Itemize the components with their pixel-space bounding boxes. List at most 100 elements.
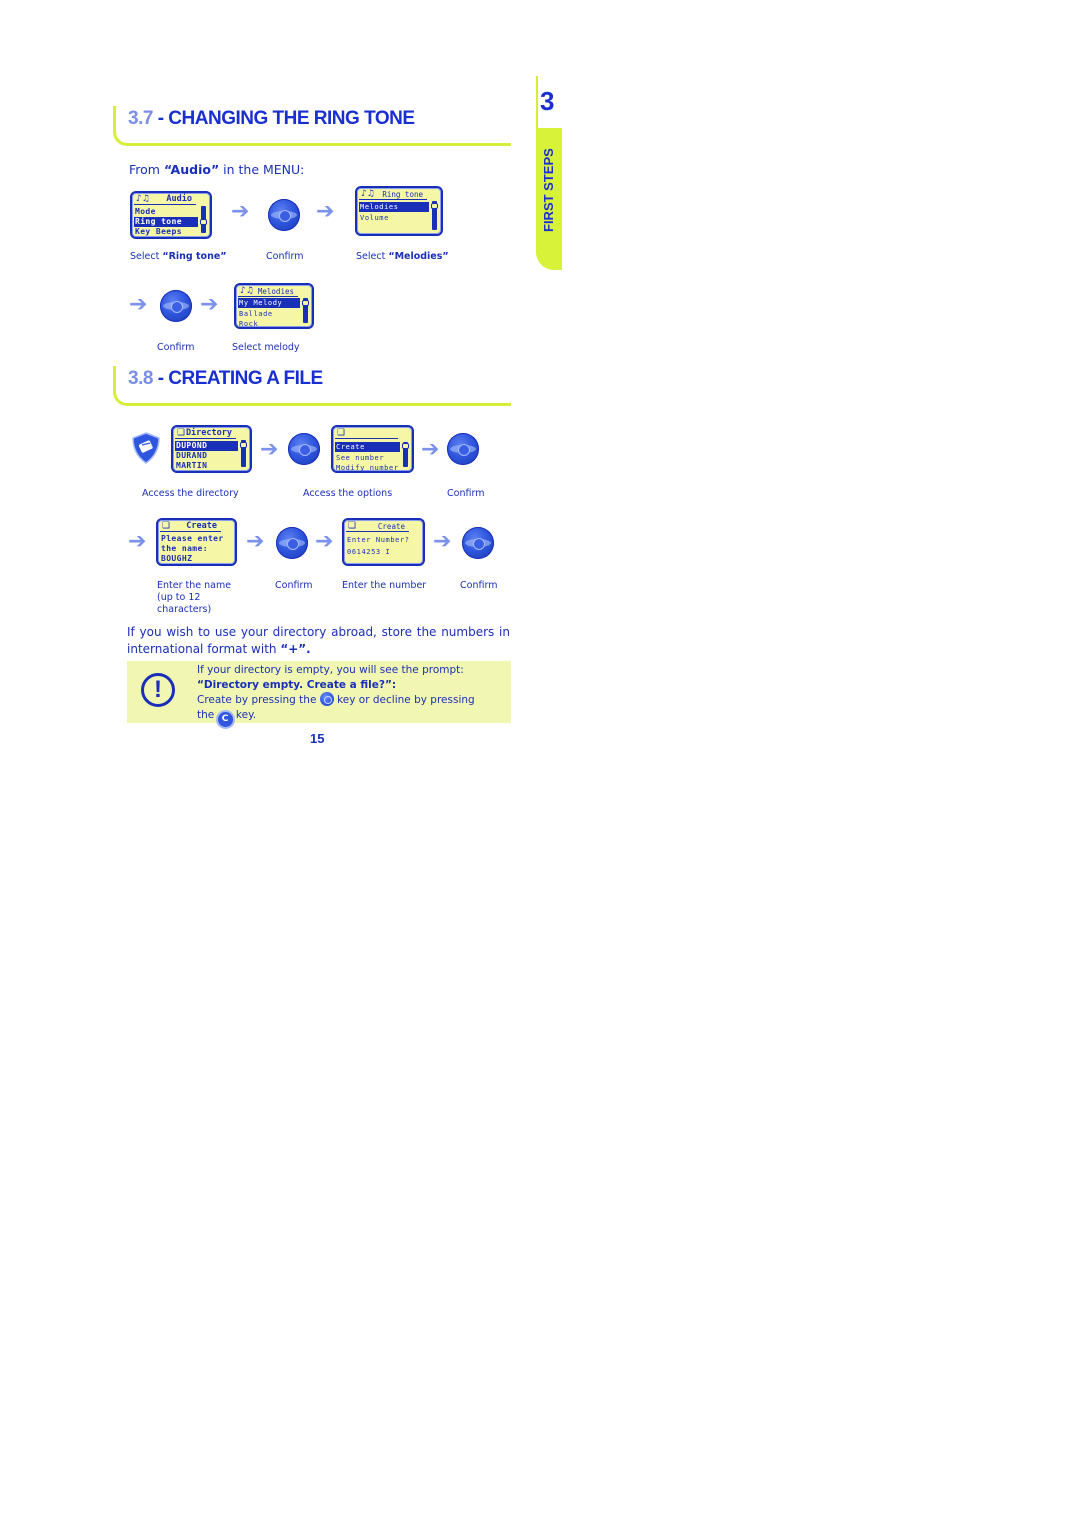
- paragraph-text: If you wish to use your directory abroad…: [127, 625, 510, 656]
- music-icon: ♪♫: [136, 194, 150, 204]
- intro-text: From “Audio” in the MENU:: [129, 162, 304, 177]
- caption-enter-name: Enter the name (up to 12 characters): [157, 580, 231, 616]
- lcd-row: the name:: [161, 544, 208, 553]
- nav-key-icon: [276, 527, 308, 559]
- lcd-row-selected: Ring tone: [134, 217, 198, 227]
- lcd-row: Volume: [360, 214, 389, 222]
- note-text-part: key.: [232, 708, 257, 721]
- nav-key-icon: [447, 433, 479, 465]
- c-key-icon: C: [217, 711, 233, 727]
- nav-key-icon: [288, 433, 320, 465]
- lcd-row-selected: Melodies: [359, 202, 429, 212]
- note-text-part: key or decline by pressing: [333, 694, 475, 706]
- note-text: If your directory is empty, you will see…: [197, 663, 507, 727]
- lcd-row: Ballade: [239, 310, 273, 318]
- lcd-create-number-screen: ❏ Create Enter Number? 0614253 I: [342, 518, 425, 566]
- lcd-header-text: Ring tone: [382, 190, 423, 199]
- caption-confirm: Confirm: [447, 488, 485, 499]
- lcd-melodies-screen: ♪♫ Melodies My Melody Ballade Rock: [234, 283, 314, 329]
- lcd-row-selected: My Melody: [238, 298, 300, 308]
- arrow-right-icon: ➔: [316, 199, 335, 224]
- arrow-right-icon: ➔: [433, 529, 452, 554]
- lcd-row-selected: DUPOND: [175, 441, 238, 451]
- lcd-header: ♪♫ Audio: [134, 194, 196, 205]
- intro-suffix: in the MENU:: [219, 162, 305, 177]
- nav-key-icon: [160, 290, 192, 322]
- scrollbar-thumb: [302, 300, 309, 306]
- lcd-directory-screen: ❏ Directory DUPOND DURAND MARTIN: [171, 425, 252, 473]
- lcd-row-input: 0614253 I: [347, 548, 391, 556]
- international-format-paragraph: If you wish to use your directory abroad…: [127, 624, 510, 658]
- book-icon: ❏: [162, 521, 171, 531]
- book-icon: ❏: [348, 521, 357, 531]
- side-tab-line: [536, 76, 538, 128]
- caption-confirm: Confirm: [460, 580, 498, 591]
- lcd-row: Key Beeps: [135, 227, 182, 236]
- section-title-text: - CHANGING THE RING TONE: [157, 108, 415, 129]
- caption-line: (up to 12: [157, 592, 201, 603]
- note-box: ! If your directory is empty, you will s…: [127, 661, 511, 727]
- lcd-audio-screen: ♪♫ Audio Mode Ring tone Key Beeps: [130, 191, 212, 239]
- lcd-row: MARTIN: [176, 461, 208, 470]
- scrollbar-thumb: [402, 443, 409, 449]
- nav-key-icon: [268, 199, 300, 231]
- paragraph-bold: “+”.: [280, 642, 311, 656]
- arrow-right-icon: ➔: [315, 529, 334, 554]
- lcd-row: Modify number: [336, 464, 399, 472]
- lcd-row: Please enter: [161, 534, 224, 543]
- note-line: the C key.: [197, 708, 507, 727]
- lcd-header-text: Directory: [185, 428, 232, 438]
- caption-bold: “Ring tone”: [162, 251, 227, 262]
- caption-select-ring-tone: Select “Ring tone”: [130, 251, 227, 263]
- arrow-right-icon: ➔: [246, 529, 265, 554]
- lcd-row: Enter Number?: [347, 536, 410, 544]
- directory-key-icon: [132, 432, 160, 464]
- page-number: 15: [310, 731, 325, 746]
- lcd-header: ❏: [335, 428, 398, 439]
- intro-prefix: From: [129, 162, 164, 177]
- caption-bold: “Melodies”: [388, 251, 449, 262]
- caption-access-options: Access the options: [303, 488, 393, 499]
- caption-line: Enter the name: [157, 580, 232, 591]
- side-tab-label: FIRST STEPS: [541, 148, 556, 232]
- arrow-right-icon: ➔: [129, 292, 148, 317]
- lcd-row: BOUGHZ: [161, 554, 193, 563]
- caption-line: characters): [157, 604, 212, 615]
- caption-confirm: Confirm: [275, 580, 313, 591]
- arrow-right-icon: ➔: [421, 437, 440, 462]
- nav-key-icon: [462, 527, 494, 559]
- lcd-header: ❏ Create: [160, 521, 221, 532]
- caption-access-directory: Access the directory: [142, 488, 239, 499]
- lcd-create-name-screen: ❏ Create Please enter the name: BOUGHZ: [156, 518, 237, 566]
- arrow-right-icon: ➔: [200, 292, 219, 317]
- lcd-row: Mode: [135, 207, 156, 216]
- lcd-header-text: Melodies: [257, 287, 294, 296]
- caption-prefix: Select: [130, 251, 163, 262]
- lcd-header: ♪♫ Ring tone: [359, 189, 427, 200]
- section-number: 3.8: [128, 368, 153, 389]
- arrow-right-icon: ➔: [128, 529, 147, 554]
- caption-prefix: Select: [356, 251, 389, 262]
- lcd-header-text: Audio: [166, 194, 192, 204]
- scrollbar-thumb: [200, 219, 207, 225]
- section-number: 3.7: [128, 108, 153, 129]
- intro-bold: “Audio”: [163, 162, 220, 177]
- lcd-ring-tone-screen: ♪♫ Ring tone Melodies Volume: [355, 186, 443, 236]
- caption-enter-number: Enter the number: [342, 580, 427, 591]
- lcd-header-text: Create: [377, 522, 405, 531]
- section-title: 3.8 - CREATING A FILE: [128, 368, 323, 390]
- lcd-header-text: Create: [186, 521, 217, 531]
- arrow-right-icon: ➔: [260, 437, 279, 462]
- lcd-header: ♪♫ Melodies: [238, 286, 298, 297]
- note-text-part: Create by pressing the: [197, 694, 320, 706]
- section-header-3-7: 3.7 - CHANGING THE RING TONE: [113, 106, 511, 146]
- section-title-text: - CREATING A FILE: [157, 368, 323, 389]
- lcd-header: ❏ Directory: [175, 428, 236, 439]
- music-icon: ♪♫: [361, 189, 375, 199]
- scrollbar-thumb: [240, 442, 247, 448]
- arrow-right-icon: ➔: [231, 199, 250, 224]
- lcd-row: See number: [336, 454, 385, 462]
- lcd-row: DURAND: [176, 451, 208, 460]
- note-line: Create by pressing the key or decline by…: [197, 692, 507, 708]
- caption-confirm: Confirm: [266, 251, 304, 262]
